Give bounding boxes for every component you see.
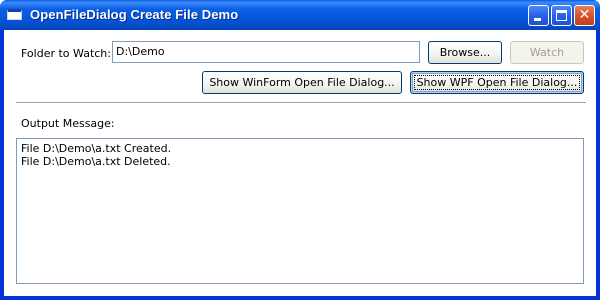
- window-icon: [7, 9, 22, 20]
- maximize-button[interactable]: [551, 5, 572, 26]
- maximize-icon: [556, 10, 567, 21]
- output-line: File D:\Demo\a.txt Deleted.: [21, 155, 171, 168]
- watch-button[interactable]: Watch: [510, 41, 584, 64]
- client-area: Folder to Watch: D:\Demo Browse... Watch…: [4, 30, 596, 296]
- folder-label: Folder to Watch:: [21, 47, 111, 60]
- minimize-button[interactable]: [528, 5, 549, 26]
- app-window: OpenFileDialog Create File Demo ✕ Folder…: [0, 0, 600, 300]
- close-button[interactable]: ✕: [574, 5, 595, 26]
- output-textbox[interactable]: File D:\Demo\a.txt Created. File D:\Demo…: [16, 138, 584, 284]
- show-winform-dialog-button[interactable]: Show WinForm Open File Dialog...: [202, 71, 402, 94]
- show-wpf-dialog-button[interactable]: Show WPF Open File Dialog...: [410, 71, 584, 94]
- separator: [16, 102, 586, 104]
- show-wpf-dialog-label: Show WPF Open File Dialog...: [416, 76, 578, 89]
- title-bar[interactable]: OpenFileDialog Create File Demo ✕: [0, 0, 600, 30]
- minimize-icon: [534, 18, 541, 21]
- output-line: File D:\Demo\a.txt Created.: [21, 142, 172, 155]
- window-title: OpenFileDialog Create File Demo: [30, 7, 239, 22]
- browse-button[interactable]: Browse...: [428, 41, 502, 64]
- folder-input[interactable]: D:\Demo: [112, 41, 420, 63]
- output-label: Output Message:: [21, 117, 115, 130]
- close-icon: ✕: [578, 7, 591, 23]
